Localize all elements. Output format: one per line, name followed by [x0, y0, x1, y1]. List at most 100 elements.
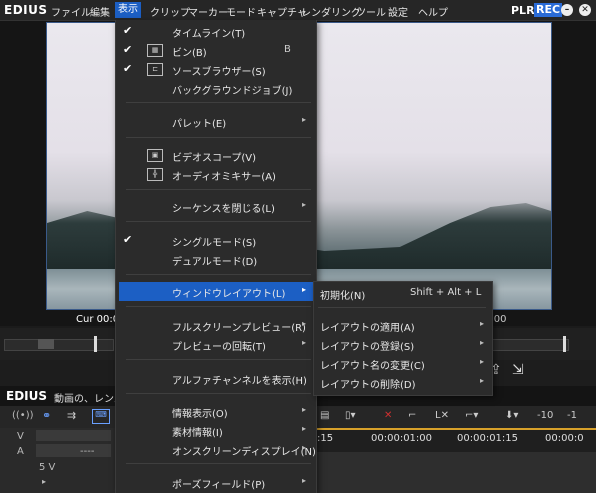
submenu-arrow-icon: ▸ [302, 200, 307, 209]
menu-item-window-layout[interactable]: ウィンドウレイアウト(L) ▸ [119, 282, 315, 301]
marker-icon[interactable]: ⬇▾ [505, 410, 518, 421]
ruler-tick: 00:00:01:15 [457, 433, 519, 444]
a-patch-value: ---- [80, 446, 95, 457]
toolbar-icon-4[interactable]: L✕ [435, 410, 449, 421]
separator [126, 221, 311, 222]
separator [126, 189, 311, 190]
window-layout-submenu: 初期化(N) Shift + Alt + L レイアウトの適用(A) ▸ レイア… [313, 281, 493, 396]
submenu-arrow-icon: ▸ [480, 319, 485, 328]
submenu-item-rename-layout[interactable]: レイアウト名の変更(C) ▸ [314, 354, 492, 373]
submenu-arrow-icon: ▸ [302, 338, 307, 347]
scrub-handle[interactable] [38, 339, 54, 349]
view-menu: ✔ タイムライン(T) ✔ ▦ ビン(B) B ✔ ⊏ ソースブラウザー(S) … [115, 20, 317, 493]
track-sv-label: 5 V [39, 462, 56, 473]
ruler-tick: 00:00:01:00 [371, 433, 433, 444]
check-icon: ✔ [123, 233, 133, 246]
menu-item-single-mode[interactable]: ✔ シングルモード(S) [116, 231, 316, 250]
ruler-tick: :15 [317, 433, 334, 444]
in-marker[interactable] [94, 336, 97, 352]
check-icon: ✔ [123, 62, 133, 75]
menu-settings[interactable]: 設定 [388, 4, 408, 19]
menu-item-timeline[interactable]: ✔ タイムライン(T) [116, 22, 316, 41]
track-v-label: V [17, 431, 24, 442]
menu-clip[interactable]: クリップ [150, 4, 190, 19]
menu-item-bin[interactable]: ✔ ▦ ビン(B) B [116, 41, 316, 60]
separator [126, 102, 311, 103]
menu-item-show-alpha[interactable]: アルファチャンネルを表示(H) [116, 369, 316, 388]
menu-mode[interactable]: モード [226, 4, 256, 19]
menu-help[interactable]: ヘルプ [418, 4, 448, 19]
toolbar-icon-1[interactable]: ▤ [320, 410, 329, 421]
audio-mixer-icon: ╬ [147, 168, 163, 181]
rec-toggle[interactable]: REC [534, 3, 563, 17]
submenu-arrow-icon: ▸ [302, 476, 307, 485]
shortcut: Shift + Alt + L [410, 287, 482, 298]
sync-icon[interactable]: ⌨ [92, 409, 110, 424]
submenu-arrow-icon: ▸ [302, 405, 307, 414]
menu-item-source-browser[interactable]: ✔ ⊏ ソースブラウザー(S) [116, 60, 316, 79]
submenu-item-delete-layout[interactable]: レイアウトの削除(D) ▸ [314, 373, 492, 392]
menu-item-close-sequence[interactable]: シーケンスを閉じる(L) ▸ [116, 197, 316, 216]
app-logo: EDIUS [4, 3, 48, 17]
bin-icon: ▦ [147, 44, 163, 57]
submenu-arrow-icon: ▸ [302, 115, 307, 124]
minimize-icon[interactable]: – [561, 4, 573, 16]
source-browser-icon: ⊏ [147, 63, 163, 76]
menu-item-audio-mixer[interactable]: ╬ オーディオミキサー(A) [116, 165, 316, 184]
menu-capture[interactable]: キャプチャ [257, 4, 307, 19]
menu-item-background-job[interactable]: バックグラウンドジョブ(J) [116, 79, 316, 98]
menu-item-material-info[interactable]: 素材情報(I) ▸ [116, 421, 316, 440]
timecode-current: Cur 00:0 [76, 314, 120, 325]
separator [126, 306, 311, 307]
step-back-10[interactable]: -10 [537, 410, 553, 421]
track-area[interactable] [315, 452, 596, 493]
toolbar-icon-5[interactable]: ⌐▾ [465, 410, 478, 421]
submenu-arrow-icon: ▸ [302, 443, 307, 452]
separator [126, 393, 311, 394]
close-icon[interactable]: ✕ [579, 4, 591, 16]
menu-item-onscreen-display[interactable]: オンスクリーンディスプレイ(N) ▸ [116, 440, 316, 459]
submenu-item-apply-layout[interactable]: レイアウトの適用(A) ▸ [314, 316, 492, 335]
toolbar-icon-2[interactable]: ▯▾ [345, 410, 356, 421]
video-scope-icon: ▣ [147, 149, 163, 162]
track-a-label: A [17, 446, 24, 457]
menu-item-pause-field[interactable]: ポーズフィールド(P) ▸ [116, 473, 316, 492]
ruler-tick: 00:00:0 [545, 433, 584, 444]
separator [318, 307, 486, 308]
separator [126, 137, 311, 138]
submenu-item-reset[interactable]: 初期化(N) Shift + Alt + L [314, 284, 492, 303]
submenu-arrow-icon: ▸ [302, 319, 307, 328]
menu-item-fullscreen-preview[interactable]: フルスクリーンプレビュー(R) ▸ [116, 316, 316, 335]
menu-item-dual-mode[interactable]: デュアルモード(D) [116, 250, 316, 269]
plr-toggle[interactable]: PLR [511, 4, 535, 17]
menu-edit[interactable]: 編集 [90, 4, 110, 19]
menu-item-preview-rotation[interactable]: プレビューの回転(T) ▸ [116, 335, 316, 354]
delete-icon[interactable]: ✕ [384, 410, 392, 421]
out-marker[interactable] [563, 336, 566, 352]
menu-item-info-display[interactable]: 情報表示(O) ▸ [116, 402, 316, 421]
audio-icon[interactable]: ((•)) [12, 410, 34, 421]
submenu-arrow-icon: ▸ [302, 424, 307, 433]
separator [126, 274, 311, 275]
check-icon: ✔ [123, 43, 133, 56]
step-back-1[interactable]: -1 [567, 410, 577, 421]
v-patch[interactable] [36, 430, 111, 441]
submenu-arrow-icon: ▸ [480, 376, 485, 385]
ripple-icon[interactable]: ⇉ [67, 409, 76, 422]
expand-icon[interactable]: ▸ [42, 477, 46, 486]
menu-file[interactable]: ファイル [51, 4, 91, 19]
submenu-item-register-layout[interactable]: レイアウトの登録(S) ▸ [314, 335, 492, 354]
menu-item-video-scope[interactable]: ▣ ビデオスコープ(V) [116, 146, 316, 165]
separator [126, 463, 311, 464]
a-patch[interactable] [36, 444, 111, 457]
insert-icon[interactable]: ⇲ [512, 362, 524, 378]
scrub-track-left[interactable] [4, 339, 114, 351]
menu-view[interactable]: 表示 [115, 2, 141, 18]
menu-marker[interactable]: マーカー [188, 4, 228, 19]
menu-item-palette[interactable]: パレット(E) ▸ [116, 112, 316, 131]
shortcut: B [284, 44, 291, 55]
link-icon[interactable]: ⚭ [42, 409, 51, 422]
menu-render[interactable]: レンダリング [301, 4, 361, 19]
menu-tools[interactable]: ツール [356, 4, 386, 19]
toolbar-icon-3[interactable]: ⌐ [408, 410, 416, 421]
